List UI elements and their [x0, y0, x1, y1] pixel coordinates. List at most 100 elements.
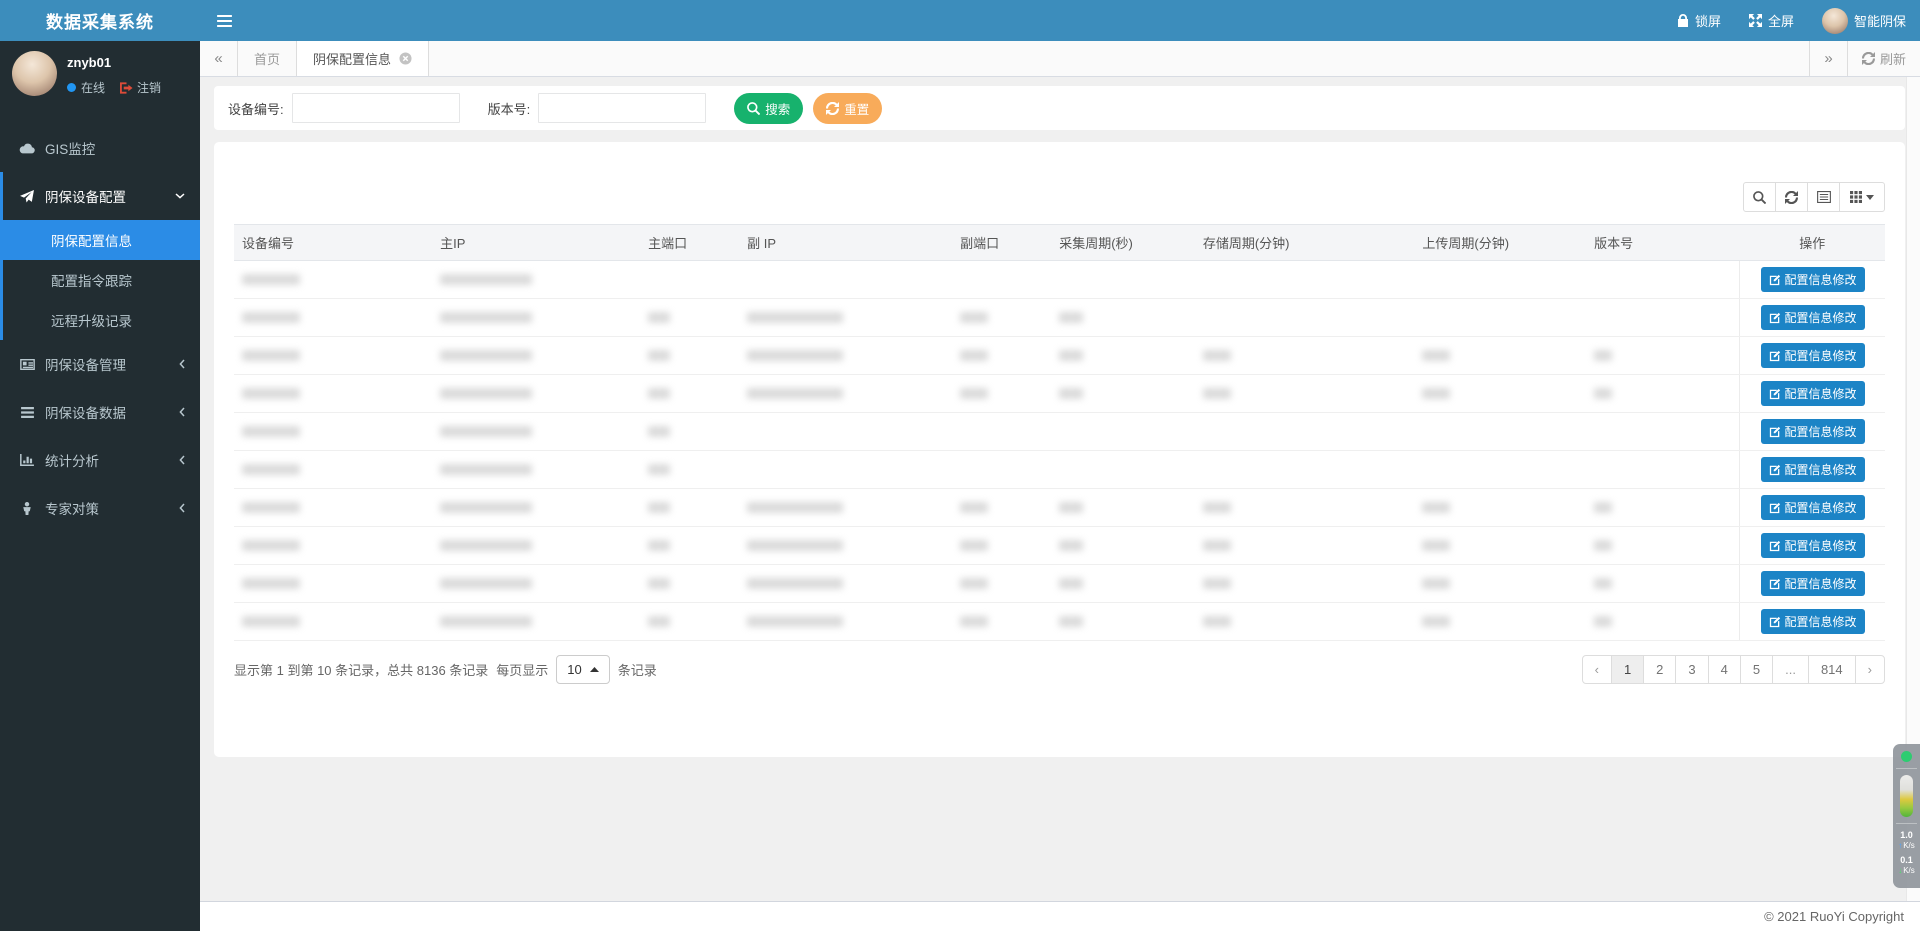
edit-config-button[interactable]: 配置信息修改	[1761, 381, 1865, 406]
avatar	[1822, 8, 1848, 34]
sidebar-item-device-config[interactable]: 阴保设备配置	[3, 172, 200, 220]
logout-icon	[120, 82, 133, 94]
table-cell	[432, 337, 640, 375]
app-title: 数据采集系统	[0, 0, 200, 41]
advanced-search-button[interactable]	[1743, 182, 1776, 212]
table-cell	[952, 375, 1051, 413]
lock-screen-button[interactable]: 锁屏	[1663, 0, 1735, 41]
version-input[interactable]	[538, 93, 706, 123]
device-number-input[interactable]	[292, 93, 460, 123]
tab-config-info[interactable]: 阴保配置信息	[297, 41, 429, 76]
redacted-value	[242, 502, 300, 513]
sidebar-item-device-data[interactable]: 阴保设备数据	[0, 388, 200, 436]
scroll-tabs-right-button[interactable]: »	[1809, 41, 1847, 76]
divider	[1896, 823, 1917, 824]
sidebar-item-device-manage[interactable]: 阴保设备管理	[0, 340, 200, 388]
sidebar-item-stats-analysis[interactable]: 统计分析	[0, 436, 200, 484]
tab-bar: « 首页阴保配置信息 » 刷新	[200, 41, 1920, 77]
page-button-3[interactable]: 3	[1675, 655, 1708, 684]
edit-config-button[interactable]: 配置信息修改	[1761, 267, 1865, 292]
device-number-label: 设备编号:	[228, 99, 284, 118]
sidebar-menu: GIS监控阴保设备配置阴保配置信息配置指令跟踪远程升级记录阴保设备管理阴保设备数…	[0, 124, 200, 532]
table-cell	[1051, 451, 1195, 489]
edit-icon	[1769, 312, 1781, 324]
network-speed-widget[interactable]: 1.0 ↑ K/s 0.1 ↓ K/s	[1893, 744, 1920, 888]
table-cell	[640, 299, 739, 337]
edit-config-button[interactable]: 配置信息修改	[1761, 495, 1865, 520]
table-cell	[1195, 299, 1415, 337]
search-button[interactable]: 搜索	[734, 93, 803, 124]
tab-home[interactable]: 首页	[238, 41, 297, 76]
table-cell: 配置信息修改	[1740, 527, 1885, 565]
table-cell	[432, 603, 640, 641]
table-cell: 配置信息修改	[1740, 337, 1885, 375]
edit-config-button[interactable]: 配置信息修改	[1761, 533, 1865, 558]
close-tab-icon[interactable]	[399, 52, 412, 65]
table-row: 配置信息修改	[234, 565, 1885, 603]
sidebar-subitem-config-info[interactable]: 阴保配置信息	[3, 220, 200, 260]
table-cell	[952, 527, 1051, 565]
redacted-value	[747, 616, 843, 627]
upload-speed-unit: K/s	[1903, 841, 1915, 851]
edit-config-button[interactable]: 配置信息修改	[1761, 419, 1865, 444]
edit-config-button[interactable]: 配置信息修改	[1761, 571, 1865, 596]
redacted-value	[648, 502, 670, 513]
table-cell	[1051, 565, 1195, 603]
redacted-value	[960, 616, 988, 627]
redacted-value	[648, 616, 670, 627]
page-button-5[interactable]: 5	[1740, 655, 1773, 684]
table-cell	[640, 375, 739, 413]
sidebar-toggle-button[interactable]	[200, 0, 248, 41]
next-page-button[interactable]: ›	[1855, 655, 1885, 684]
account-menu[interactable]: 智能阴保	[1808, 0, 1920, 41]
edit-config-label: 配置信息修改	[1785, 499, 1857, 516]
double-right-icon: »	[1824, 50, 1832, 67]
version-label: 版本号:	[488, 99, 531, 118]
edit-config-button[interactable]: 配置信息修改	[1761, 305, 1865, 330]
edit-config-label: 配置信息修改	[1785, 537, 1857, 554]
page-size-select[interactable]: 10	[556, 655, 609, 684]
edit-config-button[interactable]: 配置信息修改	[1761, 609, 1865, 634]
sidebar-subitem-upgrade-log[interactable]: 远程升级记录	[3, 300, 200, 340]
edit-config-button[interactable]: 配置信息修改	[1761, 457, 1865, 482]
sidebar-item-gis-monitor[interactable]: GIS监控	[0, 124, 200, 172]
sidebar-item-expert-strategy[interactable]: 专家对策	[0, 484, 200, 532]
table-panel: 设备编号主IP主端口副 IP副端口采集周期(秒)存储周期(分钟)上传周期(分钟)…	[214, 142, 1905, 757]
table-cell	[739, 565, 952, 603]
redacted-value	[648, 540, 670, 551]
table-cell: 配置信息修改	[1740, 375, 1885, 413]
sidebar-subitem-command-trace[interactable]: 配置指令跟踪	[3, 260, 200, 300]
table-cell	[640, 451, 739, 489]
prev-page-button[interactable]: ‹	[1582, 655, 1612, 684]
page-button-4[interactable]: 4	[1708, 655, 1741, 684]
refresh-tab-button[interactable]: 刷新	[1847, 41, 1920, 76]
lock-icon	[1677, 14, 1689, 27]
column-header: 存储周期(分钟)	[1195, 225, 1415, 261]
edit-config-button[interactable]: 配置信息修改	[1761, 343, 1865, 368]
redacted-value	[1594, 540, 1612, 551]
table-cell	[952, 489, 1051, 527]
table-cell	[1414, 299, 1586, 337]
redacted-value	[242, 616, 300, 627]
toggle-view-button[interactable]	[1807, 182, 1840, 212]
page-button-1[interactable]: 1	[1611, 655, 1644, 684]
redacted-value	[648, 312, 670, 323]
columns-button[interactable]	[1839, 182, 1885, 212]
table-cell	[952, 299, 1051, 337]
table-cell	[1586, 299, 1740, 337]
sidebar-group-stats-analysis: 统计分析	[0, 436, 200, 484]
scroll-tabs-left-button[interactable]: «	[200, 41, 238, 76]
table-cell	[640, 565, 739, 603]
table-cell: 配置信息修改	[1740, 451, 1885, 489]
logout-button[interactable]: 注销	[120, 79, 161, 96]
table-cell	[1195, 337, 1415, 375]
redacted-value	[440, 540, 532, 551]
reset-button[interactable]: 重置	[813, 93, 882, 124]
edit-config-label: 配置信息修改	[1785, 613, 1857, 630]
edit-config-label: 配置信息修改	[1785, 271, 1857, 288]
fullscreen-button[interactable]: 全屏	[1735, 0, 1808, 41]
tab-label: 首页	[254, 49, 280, 68]
page-button-814[interactable]: 814	[1808, 655, 1856, 684]
refresh-table-button[interactable]	[1775, 182, 1808, 212]
page-button-2[interactable]: 2	[1643, 655, 1676, 684]
